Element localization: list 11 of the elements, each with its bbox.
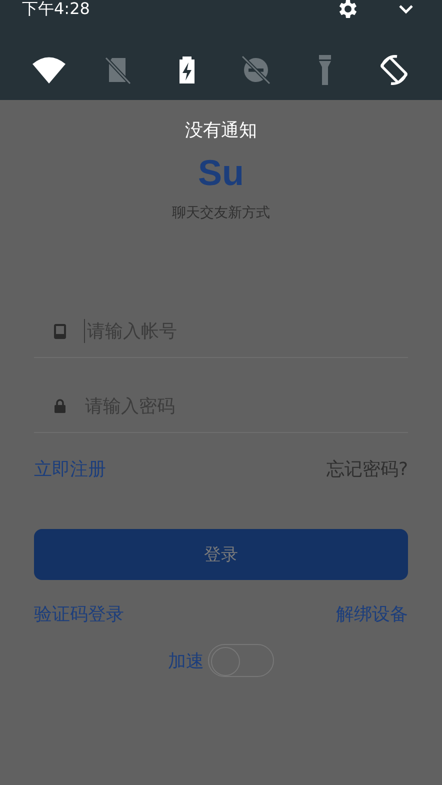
- status-time: 下午4:28: [22, 0, 91, 18]
- no-notifications-text: 没有通知: [185, 119, 257, 142]
- lock-icon: [54, 399, 66, 413]
- phone-icon: [54, 324, 66, 338]
- register-link[interactable]: 立即注册: [34, 457, 106, 481]
- login-button[interactable]: 登录: [34, 529, 408, 580]
- code-login-link[interactable]: 验证码登录: [34, 602, 124, 626]
- speed-label: 加速: [168, 650, 204, 672]
- chevron-down-icon[interactable]: [398, 4, 414, 14]
- app-logo: Su: [198, 152, 244, 194]
- unbind-device-link[interactable]: 解绑设备: [336, 602, 408, 626]
